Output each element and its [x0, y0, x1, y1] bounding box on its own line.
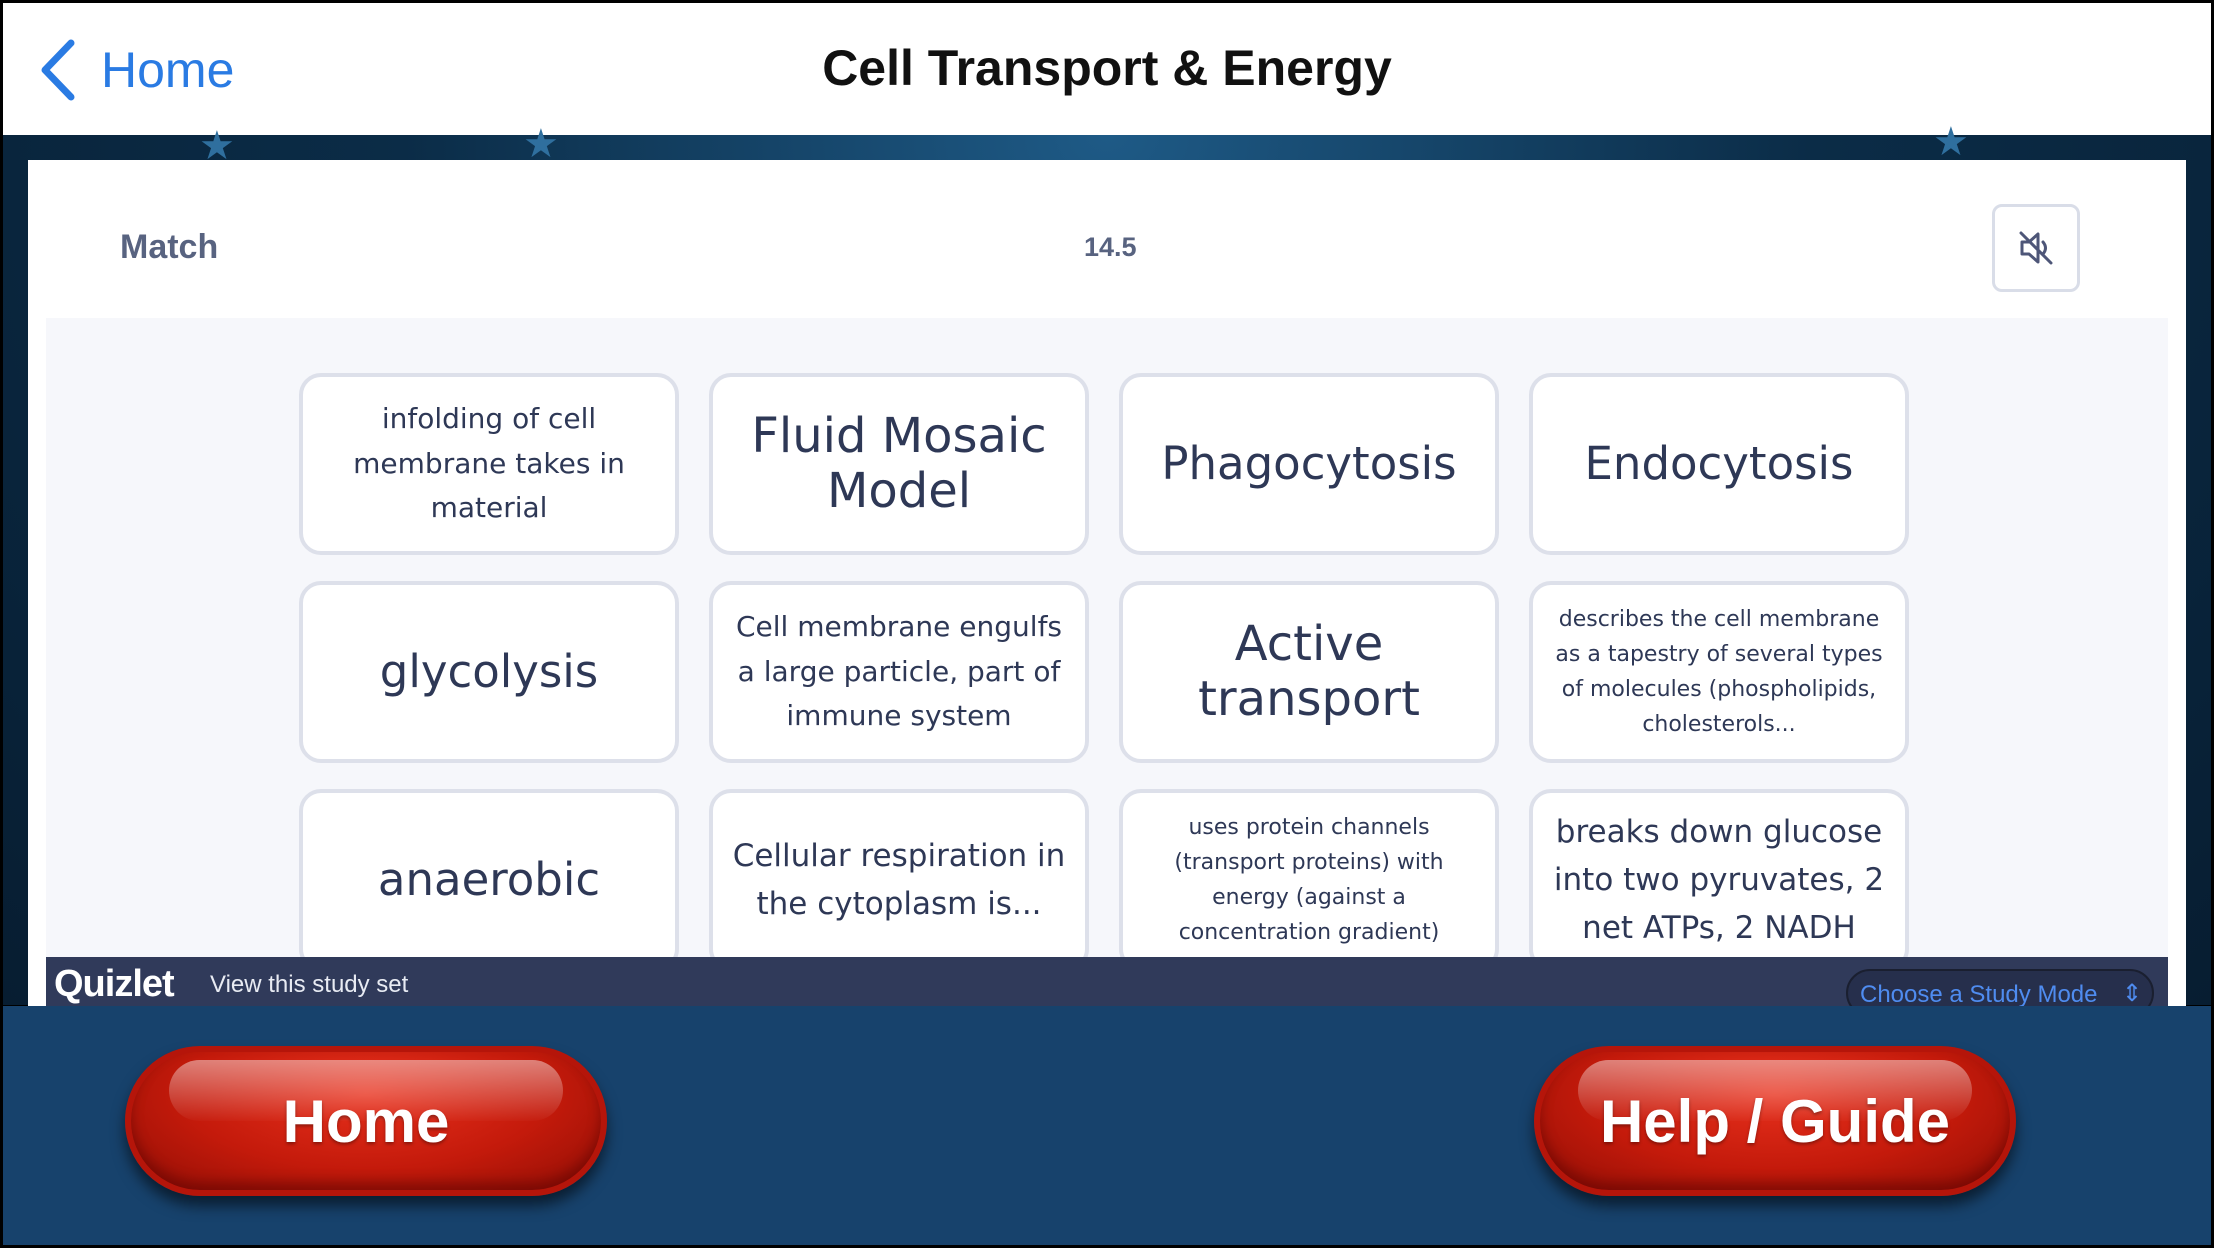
quizlet-footer: Quizlet View this study set Choose a Stu… — [46, 957, 2168, 1017]
card-grid: infolding of cell membrane takes in mate… — [299, 373, 1909, 958]
help-guide-button-label: Help / Guide — [1599, 1087, 1951, 1155]
match-card[interactable]: describes the cell membrane as a tapestr… — [1529, 581, 1909, 763]
view-study-set-link[interactable]: View this study set — [210, 971, 408, 999]
match-card[interactable]: uses protein channels (transport protein… — [1119, 789, 1499, 958]
match-card[interactable]: breaks down glucose into two pyruvates, … — [1529, 789, 1909, 958]
card-text: Phagocytosis — [1161, 437, 1457, 490]
match-card[interactable]: Endocytosis — [1529, 373, 1909, 555]
card-text: Cell membrane engulfs a large particle, … — [735, 609, 1063, 733]
star-decoration-icon: ★ — [1933, 119, 1969, 165]
match-card[interactable]: infolding of cell membrane takes in mate… — [299, 373, 679, 555]
study-mode-label: Choose a Study Mode — [1860, 981, 2098, 1008]
match-title: Match — [120, 228, 219, 266]
match-card[interactable]: Cell membrane engulfs a large particle, … — [709, 581, 1089, 763]
match-header: Match 14.5 — [28, 160, 2186, 318]
card-text: Cellular respiration in the cytoplasm is… — [732, 837, 1066, 922]
bottom-toolbar: Home Help / Guide — [3, 1006, 2211, 1245]
match-board: infolding of cell membrane takes in mate… — [46, 318, 2168, 958]
help-guide-button[interactable]: Help / Guide — [1534, 1046, 2016, 1196]
match-card[interactable]: glycolysis — [299, 581, 679, 763]
match-card[interactable]: Fluid Mosaic Model — [709, 373, 1089, 555]
card-text: anaerobic — [377, 853, 601, 906]
card-text: Active transport — [1198, 615, 1420, 727]
app-window: Home Cell Transport & Energy ★ ★ ★ Match… — [0, 0, 2214, 1248]
page-title: Cell Transport & Energy — [822, 40, 1392, 96]
home-button-label: Home — [282, 1087, 450, 1155]
card-text: Fluid Mosaic Model — [751, 407, 1047, 519]
navigation-bar: Home Cell Transport & Energy — [3, 3, 2211, 135]
sound-muted-icon — [2019, 231, 2053, 265]
match-timer: 14.5 — [1084, 232, 1137, 262]
card-text: infolding of cell membrane takes in mate… — [353, 401, 625, 525]
sound-toggle-button[interactable] — [1992, 204, 2080, 292]
chevron-updown-icon: ⇕ — [2121, 979, 2142, 1007]
card-text: describes the cell membrane as a tapestr… — [1555, 606, 1883, 738]
quizlet-embed: Match 14.5 infolding of cell membrane ta… — [28, 160, 2186, 1017]
card-text: uses protein channels (transport protein… — [1174, 814, 1444, 946]
match-card[interactable]: anaerobic — [299, 789, 679, 958]
home-button[interactable]: Home — [125, 1046, 607, 1196]
card-text: glycolysis — [379, 645, 599, 698]
card-text: Endocytosis — [1584, 437, 1854, 490]
card-text: breaks down glucose into two pyruvates, … — [1553, 813, 1885, 947]
match-card[interactable]: Phagocytosis — [1119, 373, 1499, 555]
match-card[interactable]: Cellular respiration in the cytoplasm is… — [709, 789, 1089, 958]
match-card[interactable]: Active transport — [1119, 581, 1499, 763]
quizlet-logo[interactable]: Quizlet — [54, 963, 175, 1006]
